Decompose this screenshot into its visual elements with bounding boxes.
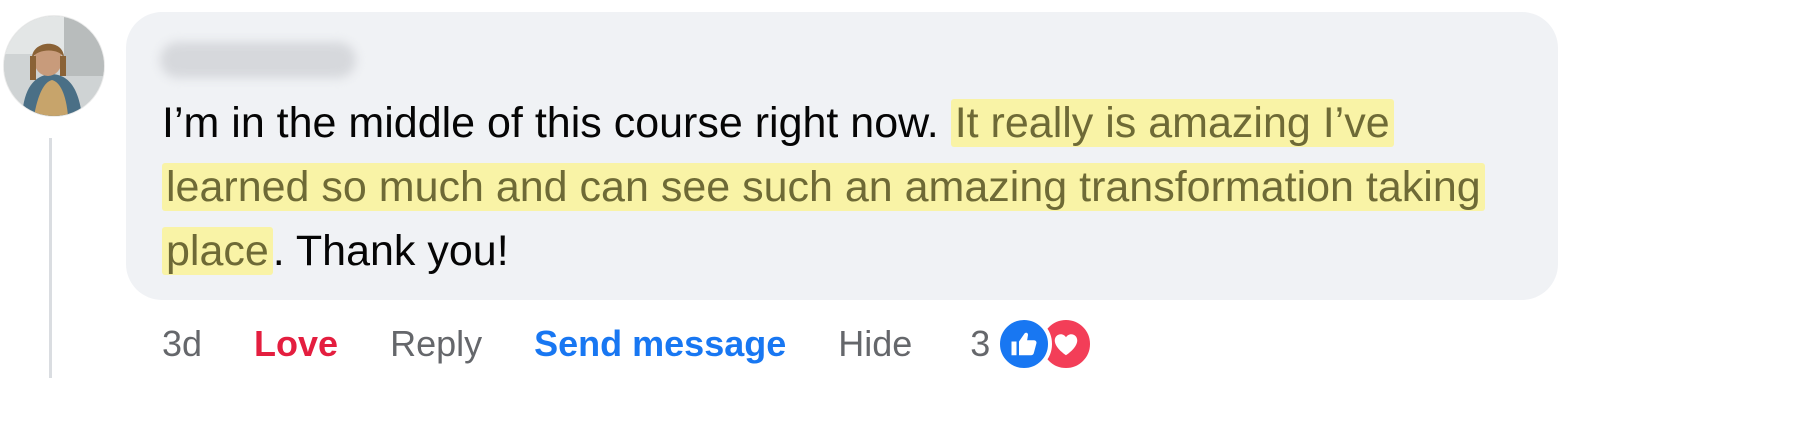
comment-timestamp[interactable]: 3d — [162, 323, 202, 365]
reactions-summary[interactable]: 3 — [970, 316, 1095, 372]
thread-line — [49, 138, 52, 378]
comment-text-plain: I’m in the middle of this course right n… — [162, 99, 951, 147]
author-name-blurred[interactable] — [160, 42, 356, 78]
avatar[interactable] — [4, 16, 104, 116]
comment-text-end: . Thank you! — [272, 227, 509, 275]
love-button[interactable]: Love — [254, 323, 338, 365]
comment-actions: 3d Love Reply Send message Hide 3 — [162, 314, 1095, 374]
hide-button[interactable]: Hide — [838, 323, 912, 365]
send-message-button[interactable]: Send message — [534, 323, 786, 365]
reply-button[interactable]: Reply — [390, 323, 482, 365]
reaction-count: 3 — [970, 323, 991, 364]
avatar-photo — [4, 16, 104, 116]
comment-text: I’m in the middle of this course right n… — [162, 91, 1502, 283]
like-icon — [996, 316, 1053, 372]
